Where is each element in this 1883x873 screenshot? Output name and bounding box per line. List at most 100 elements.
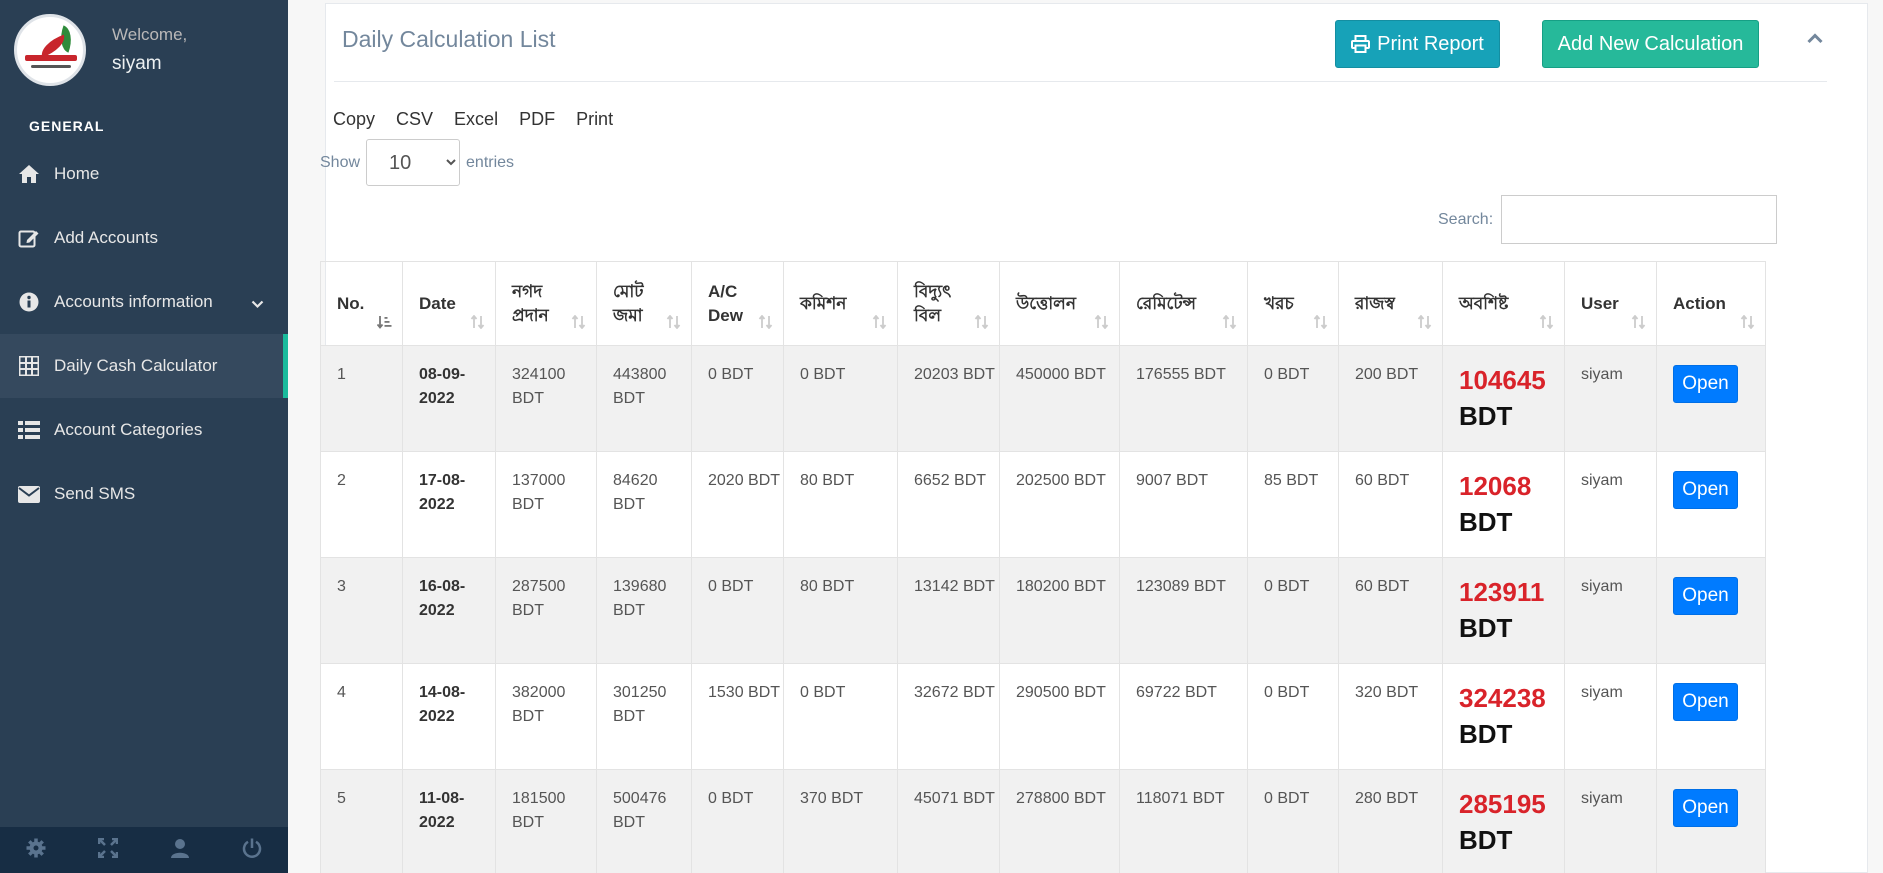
sidebar-item-send-sms[interactable]: Send SMS <box>0 462 288 526</box>
envelope-icon <box>18 483 40 505</box>
cell-revenue: 60 BDT <box>1338 451 1443 558</box>
edit-icon <box>18 227 40 249</box>
settings-button[interactable] <box>0 827 72 873</box>
cell-electric: 13142 BDT <box>897 557 1000 664</box>
copy-button[interactable]: Copy <box>333 109 375 130</box>
cell-date: 11-08-2022 <box>402 769 496 873</box>
cell-cash: 324100 BDT <box>495 345 597 452</box>
column-header-electricity-bill[interactable]: বিদ্যুৎ বিল <box>897 261 1000 346</box>
table-row: 5 11-08-2022 181500 BDT 500476 BDT 0 BDT 370 … <box>320 769 1766 873</box>
cell-withdraw: 180200 BDT <box>999 557 1120 664</box>
table-search: Search: <box>1438 195 1778 244</box>
sidebar-item-home[interactable]: Home <box>0 142 288 206</box>
print-button[interactable]: Print <box>576 109 613 130</box>
balance-unit: BDT <box>1459 719 1513 749</box>
info-icon <box>18 291 40 313</box>
pdf-button[interactable]: PDF <box>519 109 555 130</box>
column-header-date[interactable]: Date <box>402 261 496 346</box>
sidebar-item-account-categories[interactable]: Account Categories <box>0 398 288 462</box>
cell-user: siyam <box>1564 557 1657 664</box>
entries-label: entries <box>466 153 515 171</box>
sort-icon <box>470 315 485 329</box>
column-header-revenue[interactable]: রাজস্ব <box>1338 261 1443 346</box>
column-header-action[interactable]: Action <box>1656 261 1766 346</box>
balance-amount: 104645 <box>1459 365 1546 395</box>
search-input[interactable] <box>1501 195 1778 244</box>
open-button[interactable]: Open <box>1673 683 1738 721</box>
column-header-no[interactable]: No. <box>320 261 403 346</box>
column-header-expense[interactable]: খরচ <box>1247 261 1339 346</box>
add-new-calculation-button[interactable]: Add New Calculation <box>1542 20 1759 68</box>
cell-remit: 118071 BDT <box>1119 769 1248 873</box>
page-title: Daily Calculation List <box>342 26 556 52</box>
sidebar-item-accounts-information[interactable]: Accounts information <box>0 270 288 334</box>
balance-amount: 285195 <box>1459 789 1546 819</box>
cell-acdew: 0 BDT <box>691 345 784 452</box>
logout-button[interactable] <box>216 827 288 873</box>
column-header-balance[interactable]: অবশিষ্ট <box>1442 261 1565 346</box>
balance-amount: 324238 <box>1459 683 1546 713</box>
cell-user: siyam <box>1564 663 1657 770</box>
entries-select[interactable]: 10 <box>366 139 461 186</box>
column-header-ac-dew[interactable]: A/C Dew <box>691 261 784 346</box>
cell-acdew: 1530 BDT <box>691 663 784 770</box>
list-icon <box>18 419 40 441</box>
open-button[interactable]: Open <box>1673 789 1738 827</box>
cell-user: siyam <box>1564 451 1657 558</box>
column-header-total-deposit[interactable]: মোট জমা <box>596 261 692 346</box>
cell-acdew: 0 BDT <box>691 769 784 873</box>
print-report-label: Print Report <box>1377 32 1484 55</box>
balance-unit: BDT <box>1459 825 1513 855</box>
cell-date: 14-08-2022 <box>402 663 496 770</box>
profile-button[interactable] <box>144 827 216 873</box>
main-content: Daily Calculation List Print Report Add … <box>288 0 1883 873</box>
excel-button[interactable]: Excel <box>454 109 498 130</box>
table-row: 1 08-09-2022 324100 BDT 443800 BDT 0 BDT 0 BD… <box>320 345 1766 452</box>
menu-section-title: GENERAL <box>29 118 105 134</box>
welcome-block: Welcome, siyam <box>112 25 187 75</box>
open-button[interactable]: Open <box>1673 577 1738 615</box>
column-header-withdrawal[interactable]: উত্তোলন <box>999 261 1120 346</box>
column-header-label: খরচ <box>1264 293 1294 313</box>
cell-no: 4 <box>320 663 403 770</box>
open-button[interactable]: Open <box>1673 471 1738 509</box>
table-row: 2 17-08-2022 137000 BDT 84620 BDT 2020 BDT 80… <box>320 451 1766 558</box>
cell-action: Open <box>1656 769 1766 873</box>
table-row: 3 16-08-2022 287500 BDT 139680 BDT 0 BDT 80 B… <box>320 557 1766 664</box>
balance-amount: 123911 <box>1459 577 1545 607</box>
column-header-cash-payment[interactable]: নগদ প্রদান <box>495 261 597 346</box>
calculation-table: No. Date নগদ প্রদান মোট জমা A/C Dew কমিশন বিদ্… <box>320 261 1766 873</box>
cell-withdraw: 290500 BDT <box>999 663 1120 770</box>
fullscreen-button[interactable] <box>72 827 144 873</box>
sidebar-item-daily-cash-calculator[interactable]: Daily Cash Calculator <box>0 334 288 398</box>
column-header-user[interactable]: User <box>1564 261 1657 346</box>
sort-icon <box>974 315 989 329</box>
cell-withdraw: 278800 BDT <box>999 769 1120 873</box>
cell-remit: 176555 BDT <box>1119 345 1248 452</box>
column-header-commission[interactable]: কমিশন <box>783 261 898 346</box>
sidebar-item-add-accounts[interactable]: Add Accounts <box>0 206 288 270</box>
gear-icon <box>26 838 46 863</box>
cell-deposit: 301250 BDT <box>596 663 692 770</box>
column-header-label: User <box>1581 293 1619 313</box>
column-header-label: অবশিষ্ট <box>1459 293 1509 313</box>
table-header-row: No. Date নগদ প্রদান মোট জমা A/C Dew কমিশন বিদ্… <box>320 261 1766 346</box>
cell-electric: 6652 BDT <box>897 451 1000 558</box>
cell-revenue: 200 BDT <box>1338 345 1443 452</box>
sidebar-item-label: Account Categories <box>54 420 203 439</box>
search-label: Search: <box>1438 210 1494 228</box>
cell-no: 5 <box>320 769 403 873</box>
cell-expense: 0 BDT <box>1247 557 1339 664</box>
sidebar-item-label: Daily Cash Calculator <box>54 356 218 375</box>
column-header-label: No. <box>337 293 365 313</box>
cell-balance: 12068 BDT <box>1442 451 1565 558</box>
cell-balance: 123911 BDT <box>1442 557 1565 664</box>
cell-deposit: 500476 BDT <box>596 769 692 873</box>
collapse-panel-button[interactable] <box>1804 30 1826 50</box>
cell-no: 2 <box>320 451 403 558</box>
print-report-button[interactable]: Print Report <box>1335 20 1500 68</box>
open-button[interactable]: Open <box>1673 365 1738 403</box>
sort-icon <box>1417 315 1432 329</box>
csv-button[interactable]: CSV <box>396 109 433 130</box>
column-header-remittance[interactable]: রেমিটেন্স <box>1119 261 1248 346</box>
